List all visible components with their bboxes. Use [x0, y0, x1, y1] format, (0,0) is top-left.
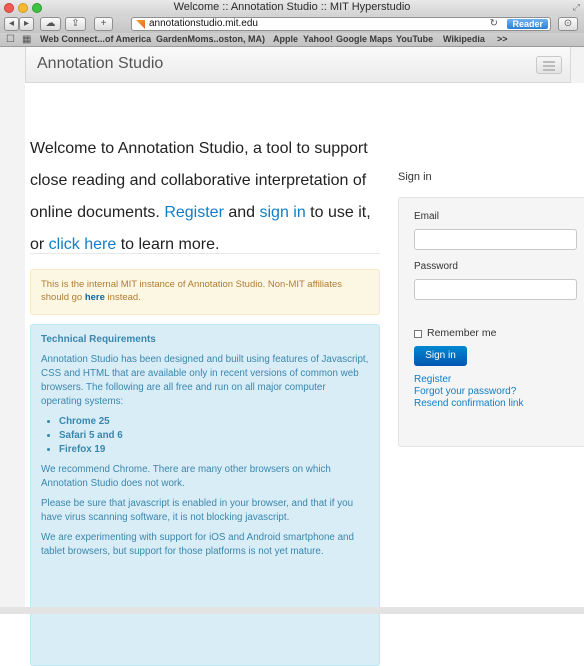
back-arrow-button[interactable]: ◂: [4, 17, 19, 31]
tech-title: Technical Requirements: [41, 334, 156, 345]
welcome-text: to learn more.: [116, 236, 220, 253]
forgot-password-link[interactable]: Forgot your password?: [414, 386, 516, 397]
tech-paragraph: Please be sure that javascript is enable…: [41, 498, 354, 523]
browser-list: Chrome 25 Safari 5 and 6 Firefox 19: [41, 415, 369, 457]
bookmark-item[interactable]: ...oston, MA): [211, 34, 265, 44]
site-favicon-icon: [136, 20, 145, 29]
bookmark-item[interactable]: Wikipedia: [443, 34, 485, 44]
window-title: Welcome :: Annotation Studio :: MIT Hype…: [173, 1, 411, 13]
register-link[interactable]: Register: [414, 374, 451, 385]
downloads-icon[interactable]: ⊙: [558, 17, 578, 31]
tech-paragraph: We recommend Chrome. There are many othe…: [41, 464, 331, 489]
register-link[interactable]: Register: [164, 204, 224, 221]
remember-me-checkbox[interactable]: [414, 330, 422, 338]
menu-toggle-button[interactable]: [536, 56, 562, 74]
signin-heading: Sign in: [398, 171, 432, 183]
welcome-text: and: [223, 204, 260, 221]
bookmark-item[interactable]: GardenMoms: [156, 34, 214, 44]
browser-list-item: Firefox 19: [59, 443, 369, 457]
brand-title[interactable]: Annotation Studio: [37, 55, 163, 73]
browser-list-item: Chrome 25: [59, 415, 369, 429]
site-navbar: Annotation Studio: [25, 47, 571, 83]
divider: [30, 253, 380, 254]
tech-paragraph: We are experimenting with support for iO…: [41, 532, 354, 557]
bookmarks-overflow-icon[interactable]: >>: [497, 34, 508, 44]
alert-text: instead.: [104, 292, 141, 303]
page-viewport: Annotation Studio Welcome to Annotation …: [0, 47, 584, 666]
signin-form: Email Password Remember me Sign in Regis…: [398, 197, 584, 447]
resend-confirmation-link[interactable]: Resend confirmation link: [414, 398, 524, 409]
signin-link[interactable]: sign in: [259, 204, 305, 221]
hamburger-icon: [543, 65, 555, 67]
bookmarks-bar: ☐ ▦ Web Connect... of America GardenMoms…: [0, 33, 584, 47]
technical-requirements-panel: Technical Requirements Annotation Studio…: [30, 324, 380, 666]
fullscreen-icon[interactable]: ⤢: [573, 2, 580, 13]
top-sites-icon[interactable]: ▦: [22, 34, 31, 45]
main-content: Welcome to Annotation Studio, a tool to …: [25, 83, 584, 666]
share-icon[interactable]: ⇪: [65, 17, 86, 31]
bookmark-item[interactable]: YouTube: [396, 34, 433, 44]
email-label: Email: [414, 211, 440, 222]
reload-icon[interactable]: ↻: [490, 18, 498, 30]
cloud-icon[interactable]: ☁: [40, 17, 61, 31]
browser-toolbar: ◂ ▸ ☁ ⇪ + annotationstudio.mit.edu ↻ Rea…: [0, 16, 584, 33]
forward-arrow-button[interactable]: ▸: [19, 17, 34, 31]
welcome-message: Welcome to Annotation Studio, a tool to …: [30, 133, 380, 261]
hamburger-icon: [543, 61, 555, 63]
reading-list-icon[interactable]: ☐: [6, 34, 15, 45]
bookmark-item[interactable]: Apple: [273, 34, 298, 44]
address-bar[interactable]: annotationstudio.mit.edu ↻ Reader: [131, 17, 551, 31]
hamburger-icon: [543, 69, 555, 71]
learn-more-link[interactable]: click here: [49, 236, 117, 253]
signin-button[interactable]: Sign in: [414, 346, 467, 366]
bookmark-item[interactable]: Google Maps: [336, 34, 393, 44]
non-mit-here-link[interactable]: here: [85, 292, 105, 303]
browser-list-item: Safari 5 and 6: [59, 429, 369, 443]
bookmark-item[interactable]: Web Connect...: [40, 34, 105, 44]
bookmark-item[interactable]: of America: [105, 34, 151, 44]
tech-paragraph: Annotation Studio has been designed and …: [41, 354, 369, 407]
email-field[interactable]: [414, 229, 577, 250]
bookmark-item[interactable]: Yahoo!: [303, 34, 333, 44]
mit-instance-alert: This is the internal MIT instance of Ann…: [30, 269, 380, 315]
plus-icon[interactable]: +: [94, 17, 113, 31]
reader-button[interactable]: Reader: [507, 19, 548, 29]
password-label: Password: [414, 261, 458, 272]
url-text[interactable]: annotationstudio.mit.edu: [149, 18, 258, 30]
window-titlebar: Welcome :: Annotation Studio :: MIT Hype…: [0, 0, 584, 16]
password-field[interactable]: [414, 279, 577, 300]
window-bottom-edge: [0, 607, 584, 614]
remember-me-label[interactable]: Remember me: [427, 327, 496, 339]
